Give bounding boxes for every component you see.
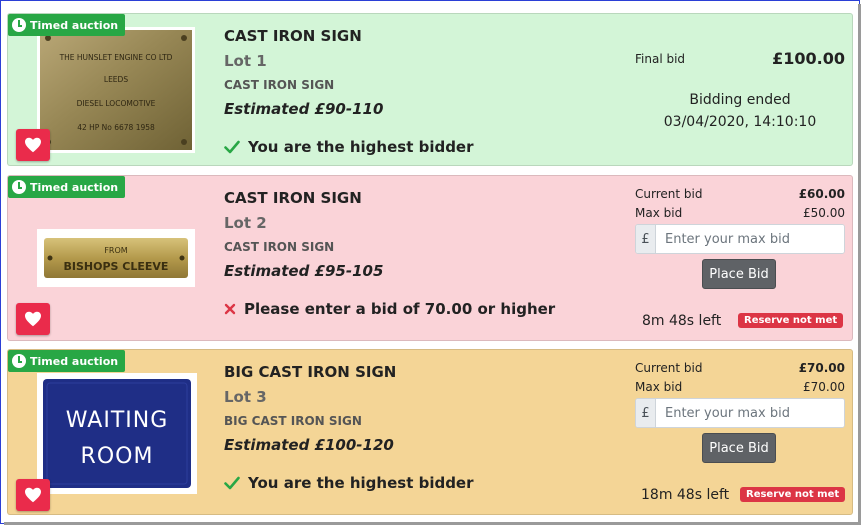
- lot-title[interactable]: BIG CAST IRON SIGN: [224, 363, 396, 381]
- bid-error-message: Please enter a bid of 70.00 or higher: [224, 300, 555, 318]
- reserve-not-met-badge: Reserve not met: [740, 487, 846, 502]
- plate-line-4: 42 HP No 6678 1958: [77, 123, 155, 132]
- current-bid-label: Current bid: [635, 361, 703, 375]
- sign-line-2: ROOM: [81, 444, 154, 469]
- max-bid-input[interactable]: [656, 225, 844, 253]
- bidding-ended-time: 03/04/2020, 14:10:10: [663, 114, 817, 130]
- currency-prefix: £: [636, 225, 656, 253]
- heart-icon: [25, 311, 41, 327]
- badge-label: Timed auction: [30, 18, 119, 32]
- lot-title[interactable]: CAST IRON SIGN: [224, 189, 383, 207]
- plate-line-1: FROM: [104, 246, 127, 255]
- lot-details: CAST IRON SIGN Lot 1 CAST IRON SIGN Esti…: [224, 27, 383, 118]
- lot-card-3: Timed auction WAITING ROOM BIG CAST IRON…: [7, 349, 853, 515]
- watchlist-heart-button[interactable]: [16, 479, 50, 511]
- clock-icon: [12, 180, 26, 194]
- bidding-ended-block: Bidding ended 03/04/2020, 14:10:10: [635, 89, 845, 133]
- brass-plate-image: FROM BISHOPS CLEEVE: [44, 238, 188, 278]
- window-shadow-right: [858, 4, 861, 524]
- final-bid-label: Final bid: [635, 51, 686, 66]
- check-icon: [224, 140, 240, 154]
- watchlist-heart-button[interactable]: [16, 129, 50, 161]
- sign-line-1: WAITING: [66, 408, 169, 433]
- bid-panel: Current bid £70.00 Max bid £70.00 £: [635, 359, 845, 428]
- bid-status-message: You are the highest bidder: [224, 474, 474, 492]
- lot-title[interactable]: CAST IRON SIGN: [224, 27, 383, 45]
- final-bid-value: £100.00: [772, 49, 845, 68]
- brass-plate-image: THE HUNSLET ENGINE CO LTD LEEDS DIESEL L…: [40, 30, 192, 150]
- timed-auction-badge: Timed auction: [8, 350, 126, 372]
- bidding-ended-label: Bidding ended: [689, 92, 791, 108]
- lot-details: BIG CAST IRON SIGN Lot 3 BIG CAST IRON S…: [224, 363, 396, 454]
- lot-details: CAST IRON SIGN Lot 2 CAST IRON SIGN Esti…: [224, 189, 383, 280]
- bid-status-message: You are the highest bidder: [224, 138, 474, 156]
- bid-panel: Current bid £60.00 Max bid £50.00 £: [635, 185, 845, 254]
- status-text: You are the highest bidder: [248, 138, 474, 156]
- enamel-sign-image: WAITING ROOM: [43, 379, 191, 488]
- place-bid-button[interactable]: Place Bid: [702, 433, 776, 463]
- current-bid-value: £70.00: [798, 361, 845, 375]
- timed-auction-badge: Timed auction: [8, 14, 126, 36]
- lot-subtitle: BIG CAST IRON SIGN: [224, 414, 362, 428]
- lot-number: Lot 1: [224, 52, 267, 70]
- lot-number: Lot 2: [224, 214, 267, 232]
- plate-line-3: DIESEL LOCOMOTIVE: [77, 99, 156, 108]
- place-bid-button[interactable]: Place Bid: [702, 259, 776, 289]
- cross-icon: [224, 303, 236, 315]
- time-left: 8m 48s left: [642, 313, 722, 329]
- lot-estimate: Estimated £95-105: [224, 262, 384, 280]
- bid-summary: Final bid £100.00: [635, 49, 845, 68]
- currency-prefix: £: [636, 399, 656, 427]
- status-text: You are the highest bidder: [248, 474, 474, 492]
- heart-icon: [25, 487, 41, 503]
- current-bid-value: £60.00: [798, 187, 845, 201]
- clock-icon: [12, 18, 26, 32]
- lot-card-2: Timed auction FROM BISHOPS CLEEVE CAST I…: [7, 175, 853, 341]
- reserve-not-met-badge: Reserve not met: [738, 313, 844, 328]
- lot-estimate: Estimated £100-120: [224, 436, 394, 454]
- heart-icon: [25, 137, 41, 153]
- max-bid-label: Max bid: [635, 380, 683, 394]
- timed-auction-badge: Timed auction: [8, 176, 126, 198]
- plate-line-2: LEEDS: [104, 75, 128, 84]
- clock-icon: [12, 354, 26, 368]
- max-bid-input-group: £: [635, 224, 845, 254]
- badge-label: Timed auction: [30, 354, 119, 368]
- badge-label: Timed auction: [30, 180, 119, 194]
- lot-image[interactable]: FROM BISHOPS CLEEVE: [37, 229, 195, 287]
- check-icon: [224, 476, 240, 490]
- lot-image[interactable]: THE HUNSLET ENGINE CO LTD LEEDS DIESEL L…: [37, 27, 195, 153]
- window-shadow-bottom: [4, 522, 861, 525]
- max-bid-value: £50.00: [803, 206, 845, 220]
- status-text: Please enter a bid of 70.00 or higher: [244, 300, 556, 318]
- lot-estimate: Estimated £90-110: [224, 100, 384, 118]
- watchlist-heart-button[interactable]: [16, 303, 50, 335]
- plate-line-2: BISHOPS CLEEVE: [64, 260, 169, 273]
- current-bid-label: Current bid: [635, 187, 703, 201]
- max-bid-label: Max bid: [635, 206, 683, 220]
- lot-image[interactable]: WAITING ROOM: [37, 373, 197, 494]
- lot-number: Lot 3: [224, 388, 267, 406]
- max-bid-input[interactable]: [656, 399, 844, 427]
- lot-card-1: Timed auction THE HUNSLET ENGINE CO LTD …: [7, 13, 853, 166]
- time-left: 18m 48s left: [641, 487, 730, 503]
- max-bid-input-group: £: [635, 398, 845, 428]
- lot-subtitle: CAST IRON SIGN: [224, 78, 335, 92]
- max-bid-value: £70.00: [803, 380, 845, 394]
- plate-line-1: THE HUNSLET ENGINE CO LTD: [59, 53, 173, 62]
- lot-subtitle: CAST IRON SIGN: [224, 240, 335, 254]
